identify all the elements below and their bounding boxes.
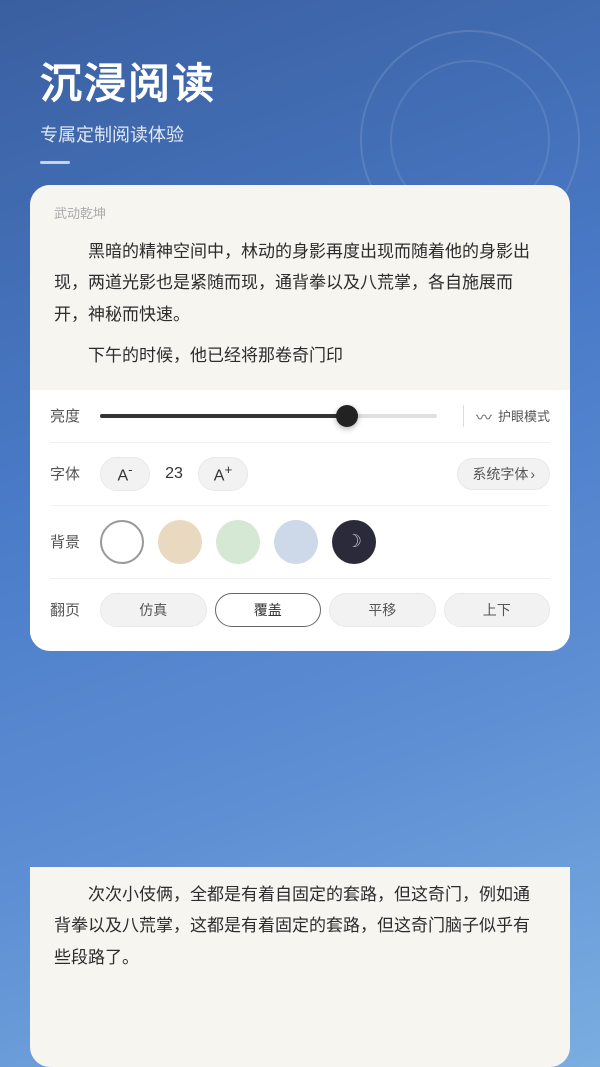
main-card: 武动乾坤 黑暗的精神空间中，林动的身影再度出现而随着他的身影出现，两道光影也是紧… xyxy=(30,185,570,651)
page-btn-cover-label: 覆盖 xyxy=(254,600,282,620)
brightness-row: 亮度 〰 护眼模式 xyxy=(50,390,550,443)
font-label: 字体 xyxy=(50,463,86,484)
eye-mode-toggle[interactable]: 〰 护眼模式 xyxy=(476,404,550,428)
chevron-right-icon: › xyxy=(530,466,535,482)
bg-option-dark[interactable]: ☽ xyxy=(332,520,376,564)
bottom-reading-area: 次次小伎俩，全都是有着自固定的套路，但这奇门，例如通背拳以及八荒掌，这都是有着固… xyxy=(30,867,570,1067)
paragraph-1: 黑暗的精神空间中，林动的身影再度出现而随着他的身影出现，两道光影也是紧随而现，通… xyxy=(54,236,546,330)
font-increase-button[interactable]: A+ xyxy=(198,457,248,491)
bg-option-white[interactable] xyxy=(100,520,144,564)
page-wrapper: 沉浸阅读 专属定制阅读体验 武动乾坤 黑暗的精神空间中，林动的身影再度出现而随着… xyxy=(0,0,600,1067)
book-title: 武动乾坤 xyxy=(54,203,546,222)
page-btn-simulated[interactable]: 仿真 xyxy=(100,593,207,627)
bg-option-blue[interactable] xyxy=(274,520,318,564)
header-line xyxy=(40,161,70,164)
font-controls: A- 23 A+ 系统字体 › xyxy=(100,457,550,491)
reading-area-top: 武动乾坤 黑暗的精神空间中，林动的身影再度出现而随着他的身影出现，两道光影也是紧… xyxy=(30,185,570,390)
settings-panel: 亮度 〰 护眼模式 字体 A- xyxy=(30,390,570,651)
app-subtitle: 专属定制阅读体验 xyxy=(40,121,560,147)
font-decrease-button[interactable]: A- xyxy=(100,457,150,491)
font-increase-label: A+ xyxy=(214,462,232,485)
font-family-label: 系统字体 xyxy=(472,464,528,484)
slider-track xyxy=(100,414,437,418)
eye-mode-label: 护眼模式 xyxy=(498,406,550,425)
page-row: 翻页 仿真 覆盖 平移 上下 xyxy=(50,579,550,641)
bottom-paragraph: 次次小伎俩，全都是有着自固定的套路，但这奇门，例如通背拳以及八荒掌，这都是有着固… xyxy=(54,879,546,973)
font-decrease-label: A- xyxy=(117,462,132,485)
page-btn-slide[interactable]: 平移 xyxy=(329,593,436,627)
reading-text-top: 黑暗的精神空间中，林动的身影再度出现而随着他的身影出现，两道光影也是紧随而现，通… xyxy=(54,236,546,372)
bottom-reading-text: 次次小伎俩，全都是有着自固定的套路，但这奇门，例如通背拳以及八荒掌，这都是有着固… xyxy=(54,879,546,973)
page-btn-updown-label: 上下 xyxy=(483,600,511,620)
page-btn-updown[interactable]: 上下 xyxy=(444,593,551,627)
slider-fill xyxy=(100,414,343,418)
bg-option-beige[interactable] xyxy=(158,520,202,564)
font-size-value: 23 xyxy=(160,465,188,483)
bg-option-green[interactable] xyxy=(216,520,260,564)
paragraph-2: 下午的时候，他已经将那卷奇门印 xyxy=(54,340,546,371)
page-btn-slide-label: 平移 xyxy=(368,600,396,620)
bg-row: 背景 ☽ xyxy=(50,506,550,579)
bg-label: 背景 xyxy=(50,531,86,552)
divider-vertical xyxy=(463,405,464,427)
eye-icon: 〰 xyxy=(476,404,492,428)
font-family-button[interactable]: 系统字体 › xyxy=(457,458,550,490)
font-row: 字体 A- 23 A+ 系统字体 › xyxy=(50,443,550,506)
header: 沉浸阅读 专属定制阅读体验 xyxy=(0,0,600,194)
app-title: 沉浸阅读 xyxy=(40,50,560,111)
page-btn-simulated-label: 仿真 xyxy=(139,600,167,620)
page-btn-cover[interactable]: 覆盖 xyxy=(215,593,322,627)
page-label: 翻页 xyxy=(50,599,86,620)
brightness-label: 亮度 xyxy=(50,405,86,426)
page-options: 仿真 覆盖 平移 上下 xyxy=(100,593,550,627)
moon-icon: ☽ xyxy=(346,531,362,552)
brightness-slider[interactable] xyxy=(100,414,437,418)
bg-options: ☽ xyxy=(100,520,550,564)
slider-thumb[interactable] xyxy=(336,405,358,427)
